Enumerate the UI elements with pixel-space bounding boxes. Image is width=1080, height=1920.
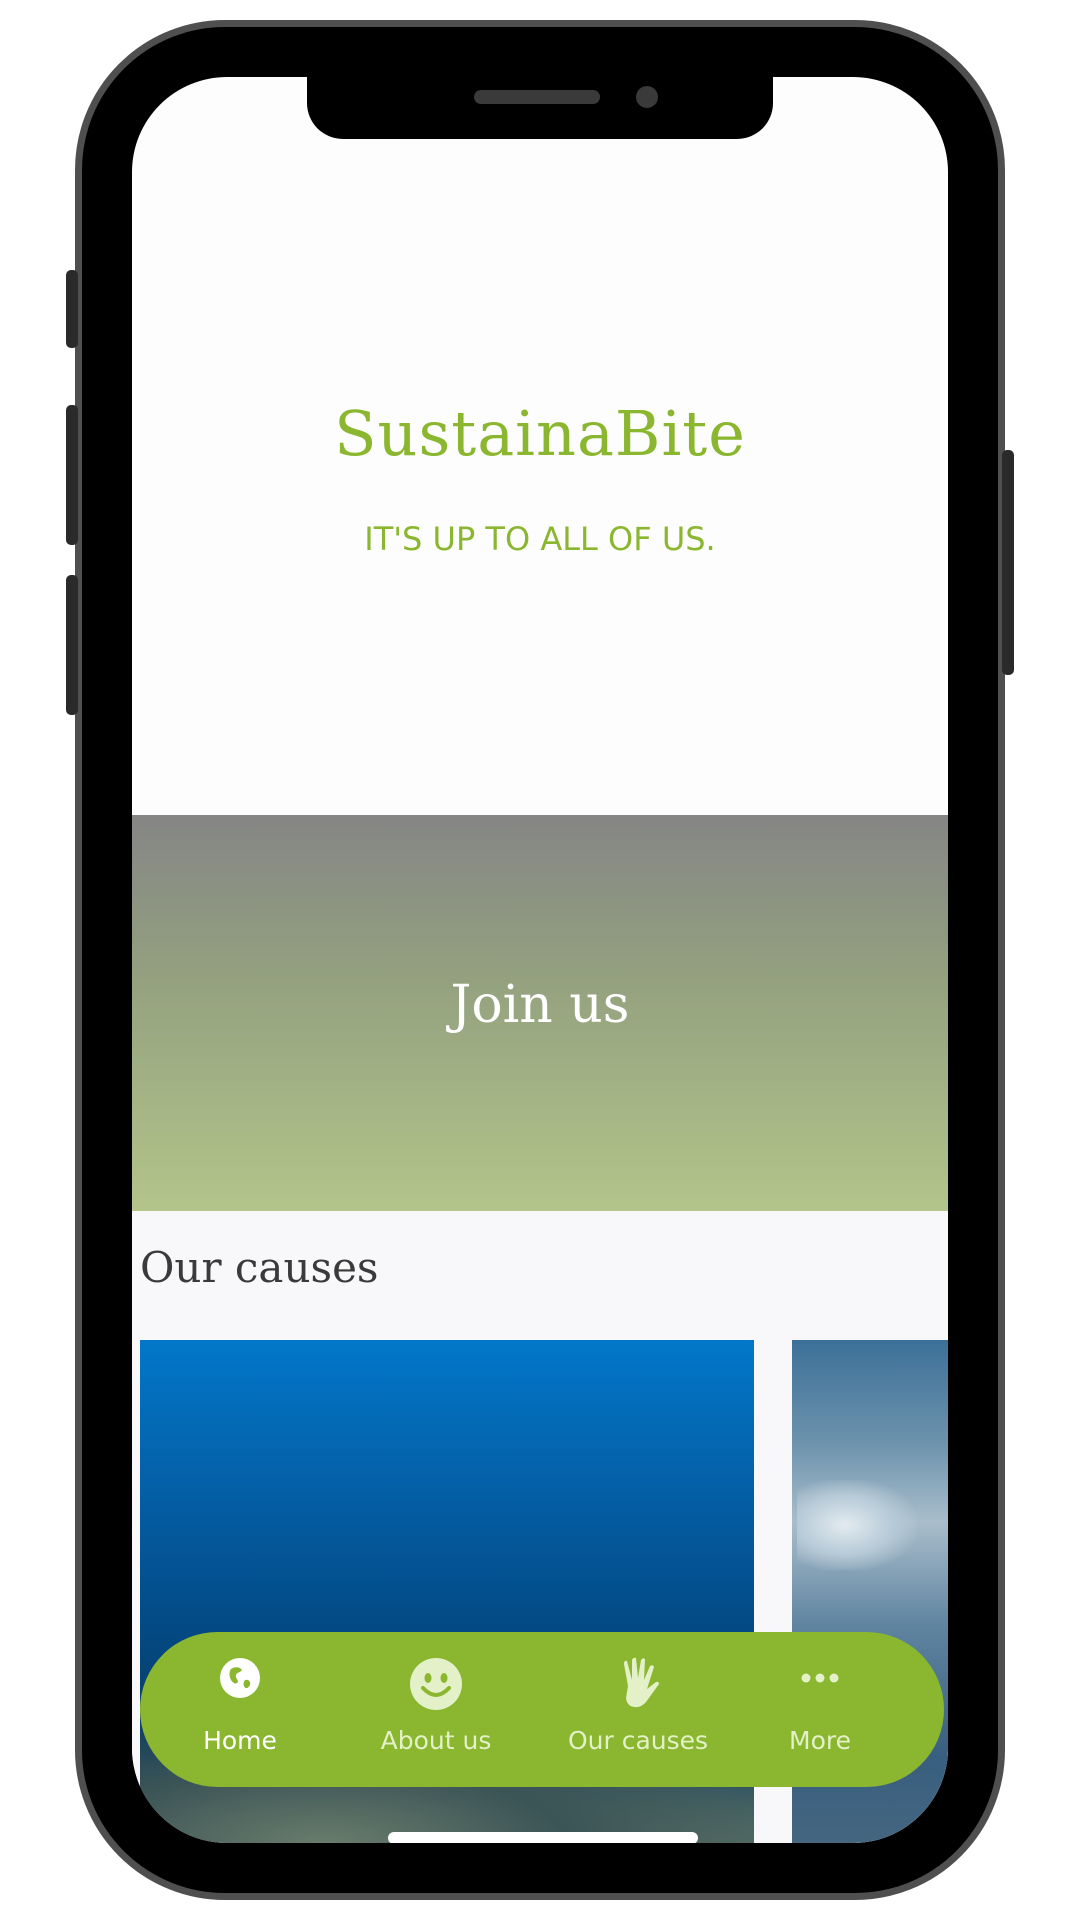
brand-tagline: IT'S UP TO ALL OF US. xyxy=(364,520,716,558)
globe-icon xyxy=(150,1656,330,1712)
bottom-nav-bar: Home About us Our causes More xyxy=(140,1632,944,1787)
join-us-banner[interactable]: Join us xyxy=(132,815,948,1211)
nav-item-our-causes[interactable]: Our causes xyxy=(548,1632,728,1787)
nav-label-our-causes: Our causes xyxy=(567,1726,709,1755)
join-us-label: Join us xyxy=(450,975,630,1035)
nav-label-about-us: About us xyxy=(380,1726,492,1755)
nav-label-more: More xyxy=(789,1726,851,1755)
nav-item-about-us[interactable]: About us xyxy=(346,1632,526,1787)
hand-icon xyxy=(548,1656,728,1712)
speaker-grille xyxy=(474,90,600,104)
notch xyxy=(307,77,773,139)
volume-down-button xyxy=(66,575,78,715)
wave-foam-detail xyxy=(797,1480,917,1570)
phone-screen: SustainaBite IT'S UP TO ALL OF US. Join … xyxy=(132,77,948,1843)
home-indicator[interactable] xyxy=(388,1832,698,1843)
causes-heading: Our causes xyxy=(140,1243,379,1292)
front-camera xyxy=(636,86,658,108)
volume-up-button xyxy=(66,405,78,545)
brand-title: SustainaBite xyxy=(334,397,746,470)
smiley-icon xyxy=(346,1656,526,1712)
nav-item-home[interactable]: Home xyxy=(150,1632,330,1787)
power-button xyxy=(1002,450,1014,675)
nav-label-home: Home xyxy=(203,1726,277,1755)
nav-item-more[interactable]: More xyxy=(730,1632,910,1787)
more-dots-icon xyxy=(730,1656,910,1712)
silent-switch xyxy=(66,270,78,348)
